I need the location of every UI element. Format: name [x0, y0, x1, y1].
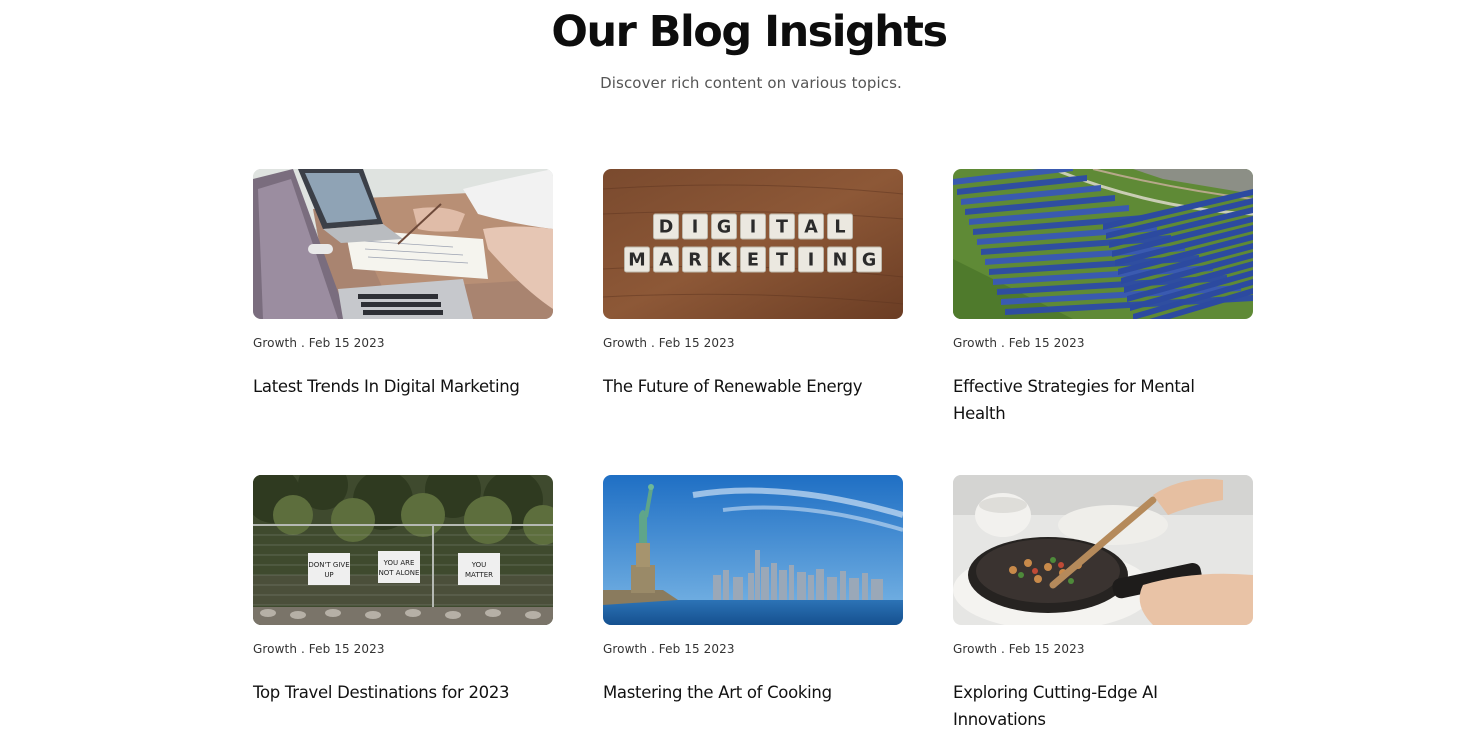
letter-tile-glyph: G	[717, 218, 731, 238]
post-title[interactable]: The Future of Renewable Energy	[603, 373, 883, 400]
post-title[interactable]: Effective Strategies for Mental Health	[953, 373, 1233, 427]
post-title[interactable]: Exploring Cutting-Edge AI Innovations	[953, 679, 1233, 733]
digital-marketing-image[interactable]: DIGITAL MARKETING	[603, 169, 903, 319]
solar-farm-image[interactable]	[953, 169, 1253, 319]
letter-tile-glyph: R	[688, 251, 702, 271]
post-meta: Growth . Feb 15 2023	[603, 642, 735, 656]
fence-sign	[378, 551, 420, 583]
letter-tile-glyph: E	[747, 251, 759, 271]
statue-of-liberty-image[interactable]	[603, 475, 903, 625]
post-title[interactable]: Top Travel Destinations for 2023	[253, 679, 533, 706]
post-meta: Growth . Feb 15 2023	[253, 642, 385, 656]
cooking-pan-illustration	[953, 475, 1253, 625]
cooking-pan-image[interactable]	[953, 475, 1253, 625]
scrabble-tiles-illustration: DIGITAL MARKETING	[603, 169, 903, 319]
fence-sign-text: UP	[324, 571, 333, 579]
letter-tile-glyph: I	[750, 218, 757, 238]
fence-sign-text: NOT ALONE	[379, 569, 420, 577]
post-meta: Growth . Feb 15 2023	[953, 642, 1085, 656]
letter-tile-glyph: A	[659, 251, 673, 271]
fence-sign-text: DON'T GIVE	[308, 561, 349, 569]
fence-sign-text: YOU	[471, 561, 487, 569]
letter-tile-glyph: T	[776, 251, 788, 271]
fence-sign	[458, 553, 500, 585]
solar-farm-illustration	[953, 169, 1253, 319]
letter-tile-glyph: N	[833, 251, 848, 271]
blog-card[interactable]: Growth . Feb 15 2023 Exploring Cutting-E…	[953, 475, 1253, 733]
letter-tile-glyph: K	[717, 251, 732, 271]
blog-card[interactable]: DON'T GIVE UP YOU ARE NOT ALONE YOU MATTER Gr…	[253, 475, 553, 706]
page-title: Our Blog Insights	[551, 7, 948, 57]
letter-tile-glyph: I	[692, 218, 699, 238]
blog-card[interactable]: Growth . Feb 15 2023 Mastering the Art o…	[603, 475, 903, 706]
blog-card[interactable]: DIGITAL MARKETING Growth . Feb 15 2023 T…	[603, 169, 903, 400]
letter-tile-glyph: G	[862, 251, 876, 271]
blog-section: Our Blog Insights Discover rich content …	[0, 0, 1463, 743]
blog-card[interactable]: Growth . Feb 15 2023 Latest Trends In Di…	[253, 169, 553, 400]
statue-of-liberty-illustration	[603, 475, 903, 625]
tiles-row-digital: DIGITAL	[653, 213, 853, 240]
fence-signs: DON'T GIVE UP YOU ARE NOT ALONE YOU MATTER	[308, 551, 500, 585]
post-title[interactable]: Latest Trends In Digital Marketing	[253, 373, 533, 400]
fence-sign-text: MATTER	[465, 571, 493, 579]
tiles-row-marketing: MARKETING	[624, 246, 882, 273]
post-meta: Growth . Feb 15 2023	[253, 336, 385, 350]
post-title[interactable]: Mastering the Art of Cooking	[603, 679, 883, 706]
post-meta: Growth . Feb 15 2023	[953, 336, 1085, 350]
post-meta: Growth . Feb 15 2023	[603, 336, 735, 350]
letter-tile-glyph: T	[776, 218, 788, 238]
laptop-meeting-illustration	[253, 169, 553, 319]
letter-tile-glyph: A	[804, 218, 818, 238]
page-subtitle: Discover rich content on various topics.	[600, 74, 902, 92]
fence-sign	[308, 553, 350, 585]
blog-card[interactable]: Growth . Feb 15 2023 Effective Strategie…	[953, 169, 1253, 427]
letter-tile-glyph: I	[808, 251, 815, 271]
fence-signs-image[interactable]: DON'T GIVE UP YOU ARE NOT ALONE YOU MATTER	[253, 475, 553, 625]
laptop-meeting-image[interactable]	[253, 169, 553, 319]
letter-tile-glyph: L	[834, 218, 845, 238]
fence-sign-text: YOU ARE	[383, 559, 415, 567]
fence-signs-illustration: DON'T GIVE UP YOU ARE NOT ALONE YOU MATTER	[253, 475, 553, 625]
letter-tile-glyph: M	[628, 251, 645, 271]
letter-tile-glyph: D	[659, 218, 674, 238]
